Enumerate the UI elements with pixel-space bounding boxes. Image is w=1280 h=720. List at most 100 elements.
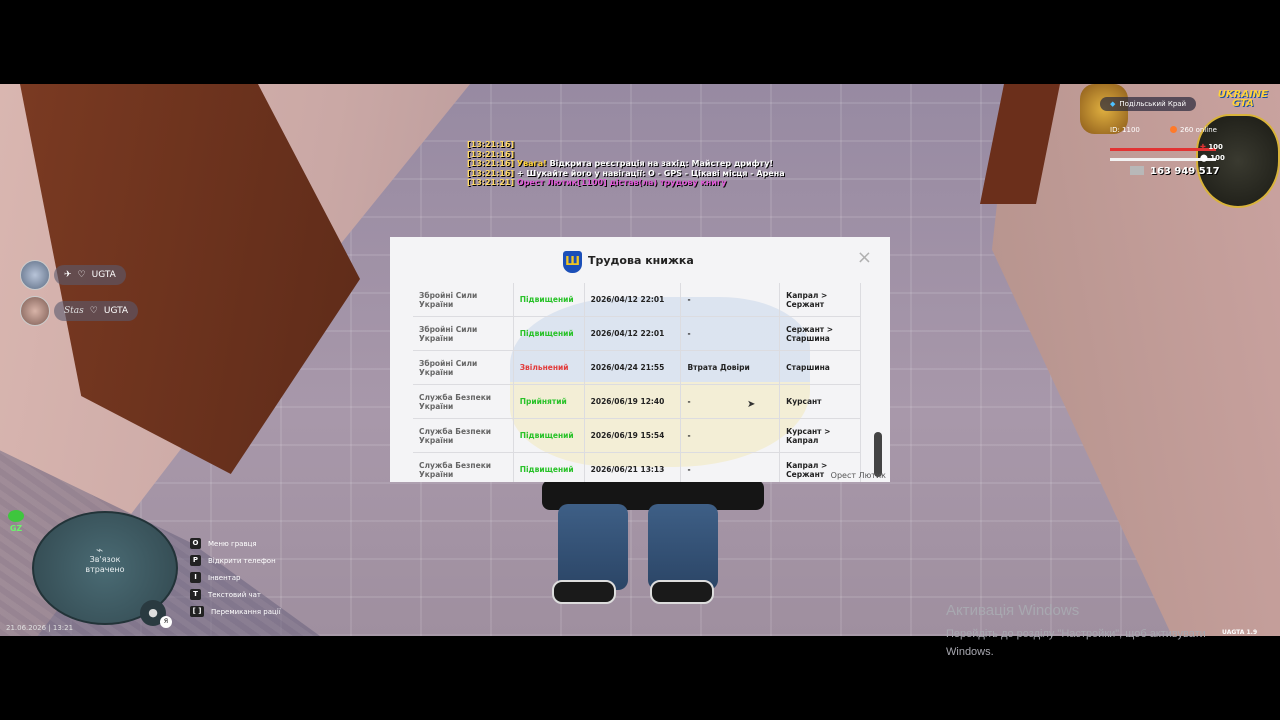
hint-text-chat: T Текстовий чат — [190, 586, 281, 603]
hint-label: Текстовий чат — [208, 590, 261, 599]
online-label: 260 online — [1180, 126, 1217, 134]
gz-label: GZ — [9, 524, 23, 533]
version-label: UAGTA 1.9 — [1222, 629, 1258, 636]
org-cell: Служба Безпеки України — [413, 384, 514, 419]
health-value: ✚ 100 — [1200, 143, 1223, 151]
table-row: Збройні Сили України Звільнений 2026/04/24… — [413, 350, 861, 385]
player-tag: ✈ ♡ UGTA — [54, 265, 126, 285]
date-cell: 2026/04/24 21:55 — [584, 350, 682, 385]
gz-icon — [8, 510, 24, 522]
reason-cell: - — [680, 452, 781, 482]
player-name: Stas — [64, 306, 84, 316]
health-number: 100 — [1208, 143, 1223, 151]
work-book-modal: Ш Трудова книжка × Збройні Сили України П… — [390, 237, 890, 482]
hint-label: Меню гравця — [208, 539, 257, 548]
activation-line-1: Перейдіть до розділу "Настройки", щоб ак… — [946, 628, 1206, 640]
status-cell: Підвищений — [513, 418, 585, 453]
heart-icon: ♡ — [77, 270, 86, 280]
table-row: Служба Безпеки України Підвищений 2026/06/… — [413, 418, 861, 453]
online-count: 260 online — [1170, 126, 1217, 134]
table-row: Збройні Сили України Підвищений 2026/04/12… — [413, 316, 861, 351]
trident-icon: Ш — [563, 251, 582, 273]
activation-text: Перейдіть до розділу "Настройки", щоб ак… — [946, 625, 1206, 661]
server-icon: ◆ — [1110, 100, 1116, 108]
mic-icon: ● — [148, 606, 158, 619]
hint-radio: [ ] Перемикання рації — [190, 603, 281, 620]
owner-signature: Орест Лютик — [830, 471, 886, 480]
org-cell: Служба Безпеки України — [413, 452, 514, 482]
mouse-cursor-icon: ➤ — [747, 399, 756, 410]
modal-header: Ш Трудова книжка × — [390, 237, 890, 283]
money-icon — [1130, 166, 1144, 175]
chat-line: [13:21:16] — [467, 140, 785, 150]
chat-time: [13:21:16] — [467, 140, 515, 149]
status-cell: Звільнений — [513, 350, 585, 385]
activation-title: Активація Windows — [946, 602, 1080, 619]
chat-prefix: Увага! — [516, 159, 547, 168]
date-cell: 2026/06/19 12:40 — [584, 384, 682, 419]
armor-number: 100 — [1210, 154, 1225, 162]
status-cell: Прийнятий — [513, 384, 585, 419]
plane-icon: ✈ — [64, 270, 72, 280]
chat-line: [13:21:21] Орест Лютик[1100] дістав(ла) … — [467, 178, 785, 188]
key-badge: I — [190, 572, 201, 583]
online-icon — [1170, 126, 1177, 133]
mic-button[interactable]: ● Я — [140, 600, 172, 628]
chat-time: [13:21:16] — [467, 159, 515, 168]
hint-label: Інвентар — [208, 573, 241, 582]
hint-label: Відкрити телефон — [208, 556, 276, 565]
org-cell: Збройні Сили України — [413, 316, 514, 351]
hint-player-menu: O Меню гравця — [190, 535, 281, 552]
reason-cell: Втрата Довіри — [680, 350, 781, 385]
player-id: ID: 1100 — [1110, 126, 1140, 134]
reason-cell: - — [680, 316, 781, 351]
close-icon[interactable]: × — [857, 247, 872, 268]
heart-icon: ♡ — [89, 306, 98, 316]
player-entry[interactable]: ✈ ♡ UGTA — [20, 260, 138, 290]
minimap-status: Зв'язок втрачено — [85, 555, 125, 574]
datetime: 21.06.2026 | 13:21 — [6, 624, 74, 632]
status-cell: Підвищений — [513, 452, 585, 482]
rank-cell: Капрал > Сержант — [779, 283, 861, 317]
mic-language: Я — [160, 616, 172, 628]
table-row: Служба Безпеки України Підвищений 2026/06/… — [413, 452, 861, 482]
rank-cell: Сержант > Старшина — [779, 316, 861, 351]
health-icon: ✚ — [1200, 143, 1206, 151]
avatar — [20, 296, 50, 326]
player-leg-right — [648, 504, 718, 590]
org-cell: Служба Безпеки України — [413, 418, 514, 453]
chat-line: [13:21:16] — [467, 150, 785, 160]
money-value: 163 949 517 — [1150, 166, 1220, 177]
windows-activation-watermark: Активація Windows Перейдіть до розділу "… — [946, 602, 1206, 661]
rank-cell: Курсант > Капрал — [779, 418, 861, 453]
keybind-hints: O Меню гравця P Відкрити телефон I Інвентар… — [190, 535, 281, 620]
status-cell: Підвищений — [513, 283, 585, 317]
hud-top-right: ◆ Подільський Край UKRAINE GTA ID: 1100 26… — [1080, 84, 1280, 214]
key-badge: [ ] — [190, 606, 204, 617]
armor-value: ⬤ 100 — [1200, 154, 1225, 162]
key-badge: T — [190, 589, 201, 600]
chat-text: Орест Лютик[1100] дістав(ла) трудову кни… — [516, 178, 727, 187]
date-cell: 2026/04/12 22:01 — [584, 283, 682, 317]
chat-time: [13:21:21] — [467, 178, 515, 187]
rank-cell: Старшина — [779, 350, 861, 385]
reason-cell: - — [680, 283, 781, 317]
date-cell: 2026/06/19 15:54 — [584, 418, 682, 453]
hint-label: Перемикання рації — [211, 607, 281, 616]
rank-cell: Курсант — [779, 384, 861, 419]
player-character — [538, 480, 768, 620]
player-tag-label: UGTA — [103, 306, 129, 316]
date-cell: 2026/06/21 13:13 — [584, 452, 682, 482]
player-entry[interactable]: Stas ♡ UGTA — [20, 296, 139, 326]
chat-line: [13:21:16] + Шукайте його у навігації: O… — [467, 169, 785, 179]
player-tag-label: UGTA — [91, 270, 116, 280]
org-cell: Збройні Сили України — [413, 350, 514, 385]
activation-line-2: Windows. — [946, 646, 994, 658]
work-history-table: Збройні Сили України Підвищений 2026/04/12… — [413, 283, 861, 482]
logo-line-2: GTA — [1231, 98, 1254, 109]
key-badge: P — [190, 555, 201, 566]
table-row: Служба Безпеки України Прийнятий 2026/06/1… — [413, 384, 861, 419]
chat-log: [13:21:16] [13:21:16] [13:21:16] Увага! … — [467, 140, 785, 188]
server-label: Подільський Край — [1119, 100, 1187, 108]
armor-icon: ⬤ — [1200, 154, 1208, 162]
